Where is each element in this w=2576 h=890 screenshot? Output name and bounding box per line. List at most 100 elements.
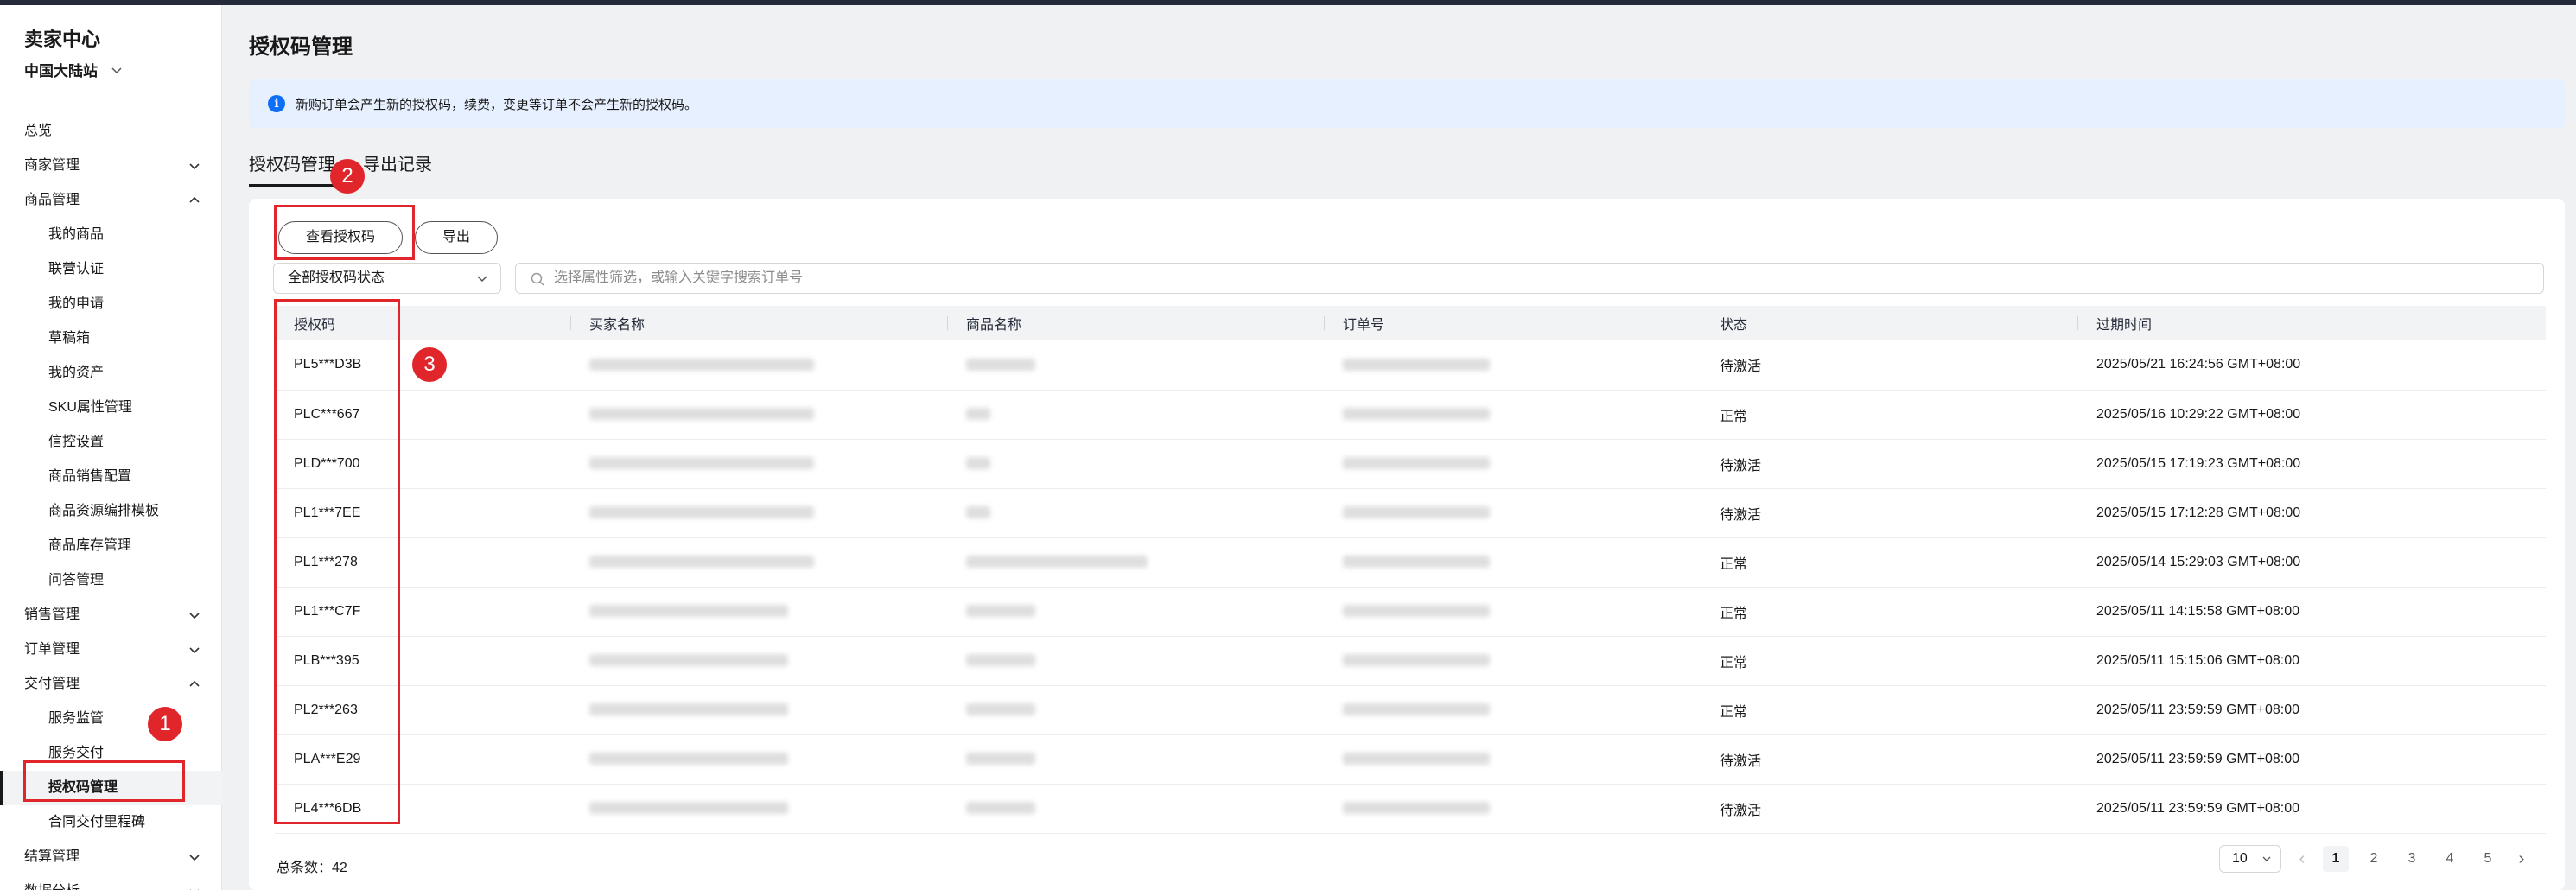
sidebar-item[interactable]: 数据分析 (0, 874, 222, 890)
sidebar-item[interactable]: 销售管理 (0, 598, 222, 633)
sidebar-item-label: 服务交付 (48, 746, 105, 760)
buyer-name-cell (570, 439, 947, 489)
sidebar-item-label: 商品资源编排模板 (48, 504, 160, 518)
sidebar-item[interactable]: 总览 (0, 114, 222, 149)
sidebar-item[interactable]: 草稿箱 (0, 321, 222, 356)
redacted-text (1343, 802, 1490, 815)
expire-time-cell: 2025/05/15 17:12:28 GMT+08:00 (2077, 488, 2546, 538)
product-name-cell (947, 636, 1324, 686)
sidebar-item[interactable]: 结算管理 (0, 840, 222, 874)
table-header-row: 授权码 买家名称 商品名称 订单号 状态 过期时间 (275, 306, 2546, 340)
station-label: 中国大陆站 (24, 63, 98, 79)
sidebar-item[interactable]: 联营认证 (0, 252, 222, 287)
sidebar-item[interactable]: 商品库存管理 (0, 529, 222, 563)
info-icon: i (268, 95, 285, 112)
expire-time-cell: 2025/05/11 15:15:06 GMT+08:00 (2077, 636, 2546, 686)
prev-page-icon[interactable]: ‹ (2293, 850, 2311, 868)
table-row: PLC***667 正常 2025/05/16 10:29:22 GMT+08:00 (275, 390, 2546, 440)
table-row: PLA***E29 待激活 2025/05/11 23:59:59 GMT+08:0… (275, 734, 2546, 785)
status-select[interactable]: 全部授权码状态 (273, 263, 501, 294)
sidebar-item[interactable]: 我的申请 (0, 287, 222, 321)
order-number-cell (1324, 537, 1701, 588)
sidebar-item-label: 服务监管 (48, 711, 105, 726)
page-size-select[interactable]: 10 (2219, 845, 2281, 873)
order-number-cell (1324, 439, 1701, 489)
expire-time-cell: 2025/05/21 16:24:56 GMT+08:00 (2077, 340, 2546, 391)
sidebar-item[interactable]: 商家管理 (0, 149, 222, 183)
column-header: 订单号 (1324, 306, 1701, 340)
product-name-cell (947, 685, 1324, 735)
search-field (515, 263, 2544, 294)
column-header: 商品名称 (947, 306, 1324, 340)
redacted-text (589, 802, 788, 815)
sidebar-item[interactable]: 交付管理 (0, 667, 222, 702)
order-number-cell (1324, 340, 1701, 391)
sidebar-item-label: 销售管理 (24, 607, 80, 622)
sidebar-item[interactable]: 订单管理 (0, 633, 222, 667)
tab-license-management[interactable]: 授权码管理 (249, 150, 335, 187)
sidebar-item-label: 商品管理 (24, 193, 80, 207)
sidebar-item-label: SKU属性管理 (48, 400, 132, 415)
page-button[interactable]: 2 (2361, 846, 2387, 872)
sidebar-item[interactable]: 问答管理 (0, 563, 222, 598)
next-page-icon[interactable]: › (2513, 850, 2530, 868)
redacted-text (966, 703, 1035, 716)
page-button[interactable]: 3 (2399, 846, 2425, 872)
sidebar-item[interactable]: 服务监管 (0, 702, 222, 736)
license-table: 授权码 买家名称 商品名称 订单号 状态 过期时间 PL5***D3B 待激活 20… (275, 306, 2546, 834)
page-button[interactable]: 4 (2437, 846, 2463, 872)
sidebar-item[interactable]: 商品销售配置 (0, 460, 222, 494)
tab-export-records[interactable]: 导出记录 (363, 150, 432, 187)
status-cell: 待激活 (1701, 488, 2077, 538)
redacted-text (589, 654, 788, 667)
sidebar-item[interactable]: 我的资产 (0, 356, 222, 391)
page-button[interactable]: 1 (2323, 846, 2349, 872)
expire-time-cell: 2025/05/14 15:29:03 GMT+08:00 (2077, 537, 2546, 588)
expire-time-cell: 2025/05/11 23:59:59 GMT+08:00 (2077, 784, 2546, 834)
sidebar-item-label: 订单管理 (24, 642, 80, 657)
table-row: PL1***278 正常 2025/05/14 15:29:03 GMT+08:00 (275, 537, 2546, 588)
redacted-text (966, 359, 1035, 372)
redacted-text (589, 359, 814, 372)
redacted-text (589, 753, 788, 766)
annotation-badge-1: 1 (148, 707, 182, 741)
sidebar-item[interactable]: 我的商品 (0, 218, 222, 252)
page-button[interactable]: 5 (2475, 846, 2501, 872)
sidebar-item-label: 信控设置 (48, 435, 105, 449)
status-cell: 正常 (1701, 587, 2077, 637)
redacted-text (1343, 457, 1490, 470)
sidebar-item[interactable]: SKU属性管理 (0, 391, 222, 425)
export-button[interactable]: 导出 (415, 221, 498, 254)
annotation-box-code-column (274, 299, 400, 824)
product-name-cell (947, 734, 1324, 785)
sidebar-item[interactable]: 商品管理 (0, 183, 222, 218)
annotation-box-view-button (274, 205, 415, 260)
order-number-cell (1324, 390, 1701, 440)
sidebar-item-label: 我的资产 (48, 366, 105, 380)
table-row: PL1***C7F 正常 2025/05/11 14:15:58 GMT+08:00 (275, 587, 2546, 637)
sidebar-item[interactable]: 商品资源编排模板 (0, 494, 222, 529)
redacted-text (1343, 506, 1490, 519)
status-select-value: 全部授权码状态 (288, 270, 385, 285)
sidebar-item[interactable]: 合同交付里程碑 (0, 805, 222, 840)
sidebar-item-label: 数据分析 (24, 884, 80, 890)
buyer-name-cell (570, 488, 947, 538)
sidebar-item[interactable]: 信控设置 (0, 425, 222, 460)
annotation-badge-3: 3 (412, 347, 447, 382)
status-cell: 待激活 (1701, 340, 2077, 391)
expire-time-cell: 2025/05/16 10:29:22 GMT+08:00 (2077, 390, 2546, 440)
main-content: 授权码管理 i 新购订单会产生新的授权码，续费，变更等订单不会产生新的授权码。 … (223, 5, 2576, 890)
buyer-name-cell (570, 390, 947, 440)
station-selector[interactable]: 中国大陆站 (24, 59, 124, 80)
table-row: PL4***6DB 待激活 2025/05/11 23:59:59 GMT+08:0… (275, 784, 2546, 834)
order-number-cell (1324, 587, 1701, 637)
total-count: 总条数：42 (277, 861, 347, 875)
annotation-box-active-menu (23, 760, 185, 802)
redacted-text (1343, 654, 1490, 667)
table-row: PLD***700 待激活 2025/05/15 17:19:23 GMT+08:0… (275, 439, 2546, 489)
search-input[interactable] (554, 264, 2543, 292)
sidebar-item-label: 商家管理 (24, 158, 80, 173)
page-size-value: 10 (2232, 851, 2248, 866)
product-name-cell (947, 587, 1324, 637)
product-name-cell (947, 537, 1324, 588)
